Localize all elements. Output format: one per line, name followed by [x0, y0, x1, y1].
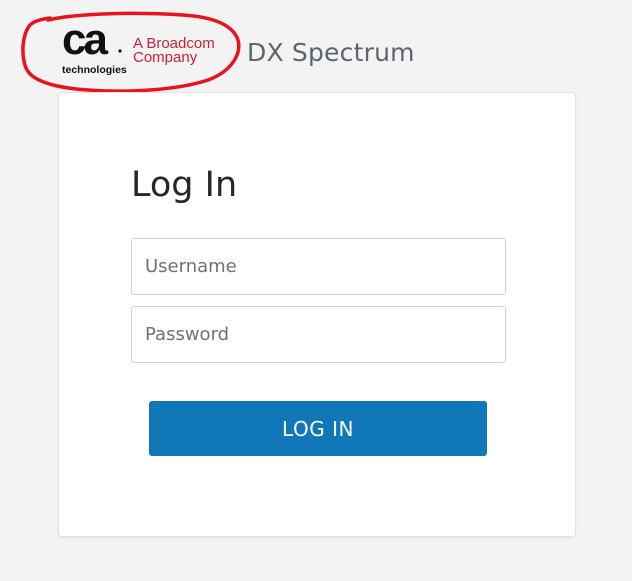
- login-card: Log In LOG IN: [58, 92, 576, 537]
- broadcom-tagline: A Broadcom Company: [133, 35, 215, 66]
- svg-text:Company: Company: [133, 49, 198, 66]
- svg-text:technologies: technologies: [62, 64, 127, 76]
- ca-logo-mark: ca technologies: [62, 15, 127, 76]
- password-input[interactable]: [131, 306, 506, 363]
- login-heading: Log In: [131, 165, 238, 205]
- login-page: ca technologies A Broadcom Company DX Sp…: [0, 0, 632, 581]
- product-title: DX Spectrum: [247, 38, 415, 67]
- login-button[interactable]: LOG IN: [149, 401, 487, 456]
- annotation-circle: [21, 11, 241, 93]
- username-input[interactable]: [131, 238, 506, 295]
- ca-logo: ca technologies A Broadcom Company: [21, 11, 241, 93]
- svg-text:ca: ca: [62, 15, 108, 64]
